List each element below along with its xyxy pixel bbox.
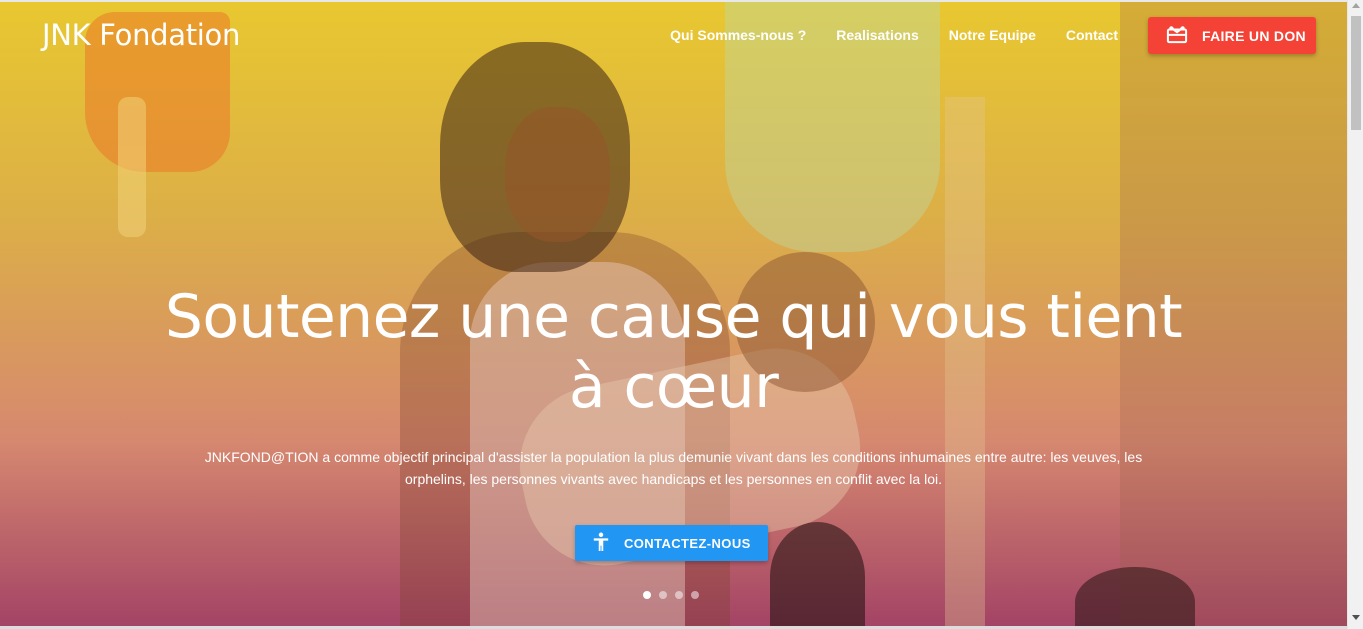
contact-us-button[interactable]: CONTACTEZ-NOUS (575, 525, 768, 561)
gift-card-icon (1166, 24, 1188, 47)
carousel-dot-4[interactable] (691, 591, 699, 599)
contact-us-button-label: CONTACTEZ-NOUS (624, 535, 751, 551)
vertical-scrollbar[interactable] (1347, 0, 1363, 629)
nav-link-realisations[interactable]: Realisations (836, 27, 918, 43)
donate-button[interactable]: FAIRE UN DON (1148, 17, 1316, 54)
hero-description: JNKFOND@TION a comme objectif principal … (204, 449, 1143, 487)
scroll-up-arrow-icon[interactable] (1352, 3, 1360, 8)
hero-content: Soutenez une cause qui vous tient à cœur… (0, 272, 1347, 561)
hero-title: Soutenez une cause qui vous tient à cœur (164, 282, 1183, 422)
donate-button-label: FAIRE UN DON (1202, 27, 1306, 44)
nav-link-notre-equipe[interactable]: Notre Equipe (949, 27, 1036, 43)
accessibility-icon (592, 532, 610, 555)
carousel-dot-1[interactable] (643, 591, 651, 599)
carousel-indicators (643, 591, 699, 599)
scrollbar-thumb[interactable] (1351, 16, 1361, 130)
brand-logo-link[interactable]: JNK Fondation (42, 18, 240, 52)
scroll-down-arrow-icon[interactable] (1352, 615, 1360, 620)
hero-section: JNK Fondation Qui Sommes-nous ? Realisat… (0, 0, 1347, 629)
nav-link-qui-sommes-nous[interactable]: Qui Sommes-nous ? (670, 27, 806, 43)
carousel-dot-2[interactable] (659, 591, 667, 599)
carousel-dot-3[interactable] (675, 591, 683, 599)
navbar: JNK Fondation Qui Sommes-nous ? Realisat… (0, 2, 1347, 72)
nav-link-contact[interactable]: Contact (1066, 27, 1118, 43)
nav-links: Qui Sommes-nous ? Realisations Notre Equ… (670, 27, 1118, 43)
